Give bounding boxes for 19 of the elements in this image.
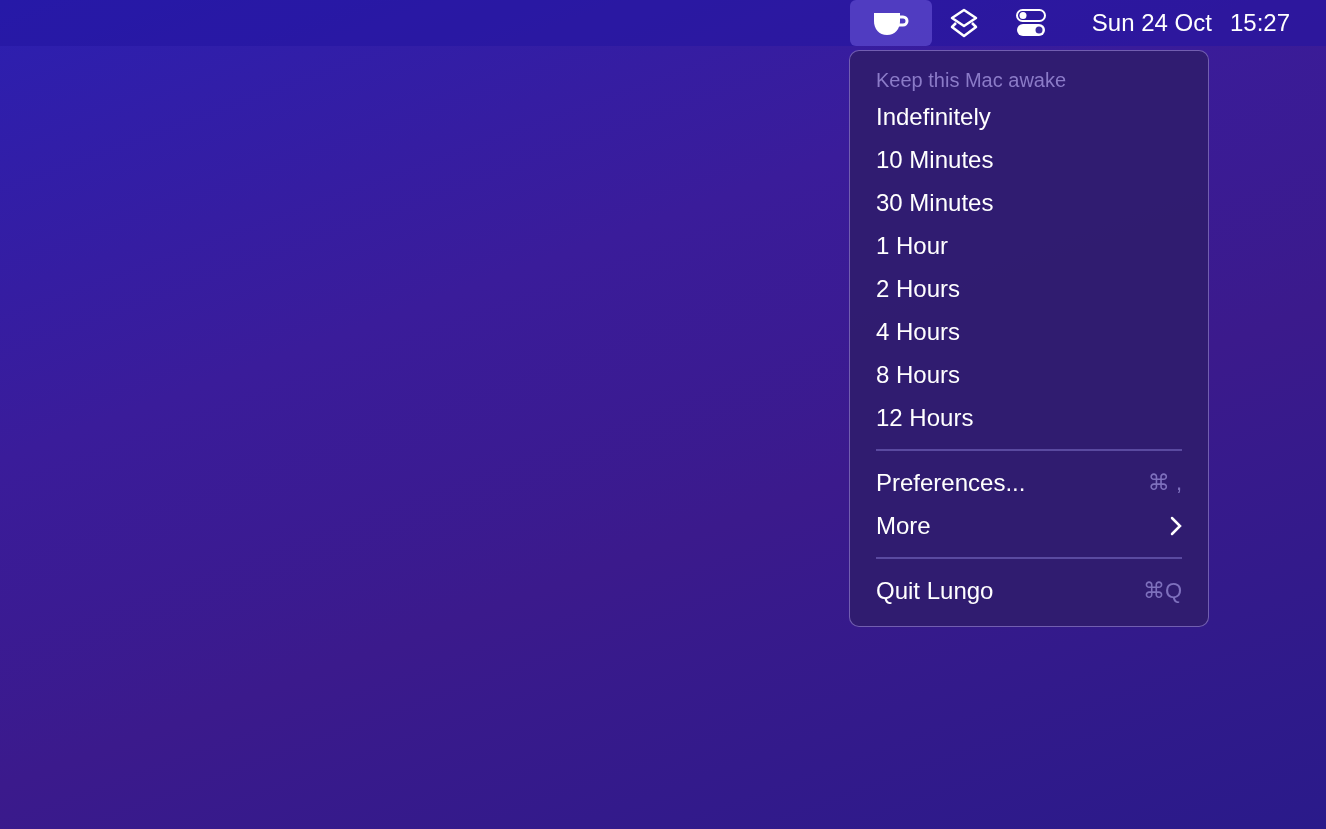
layers-icon: [949, 8, 978, 38]
menu-item[interactable]: 10 Minutes: [876, 138, 1182, 181]
menu-bar-date[interactable]: Sun 24 Oct: [1091, 9, 1212, 37]
toggles-icon: [1015, 9, 1046, 37]
menu-item[interactable]: 30 Minutes: [876, 181, 1182, 224]
menu-item[interactable]: Indefinitely: [876, 95, 1182, 138]
menu-item[interactable]: 8 Hours: [876, 353, 1182, 396]
menu-item[interactable]: 12 Hours: [876, 396, 1182, 439]
menu-item[interactable]: 1 Hour: [876, 224, 1182, 267]
menu-item[interactable]: More: [876, 504, 1182, 547]
menu-item[interactable]: 2 Hours: [876, 267, 1182, 310]
menu-header: Keep this Mac awake: [876, 67, 1068, 93]
menu-item[interactable]: Preferences... ⌘ ,: [876, 461, 1182, 504]
menu-item[interactable]: Quit Lungo ⌘Q: [876, 569, 1182, 612]
status-bar-item[interactable]: [849, 0, 932, 46]
menu-bar-time[interactable]: 15:27: [1229, 9, 1290, 37]
keyboard-shortcut: ⌘Q: [1142, 577, 1182, 604]
keyboard-shortcut: ⌘ ,: [1147, 469, 1182, 496]
menu-item[interactable]: 4 Hours: [876, 310, 1182, 353]
